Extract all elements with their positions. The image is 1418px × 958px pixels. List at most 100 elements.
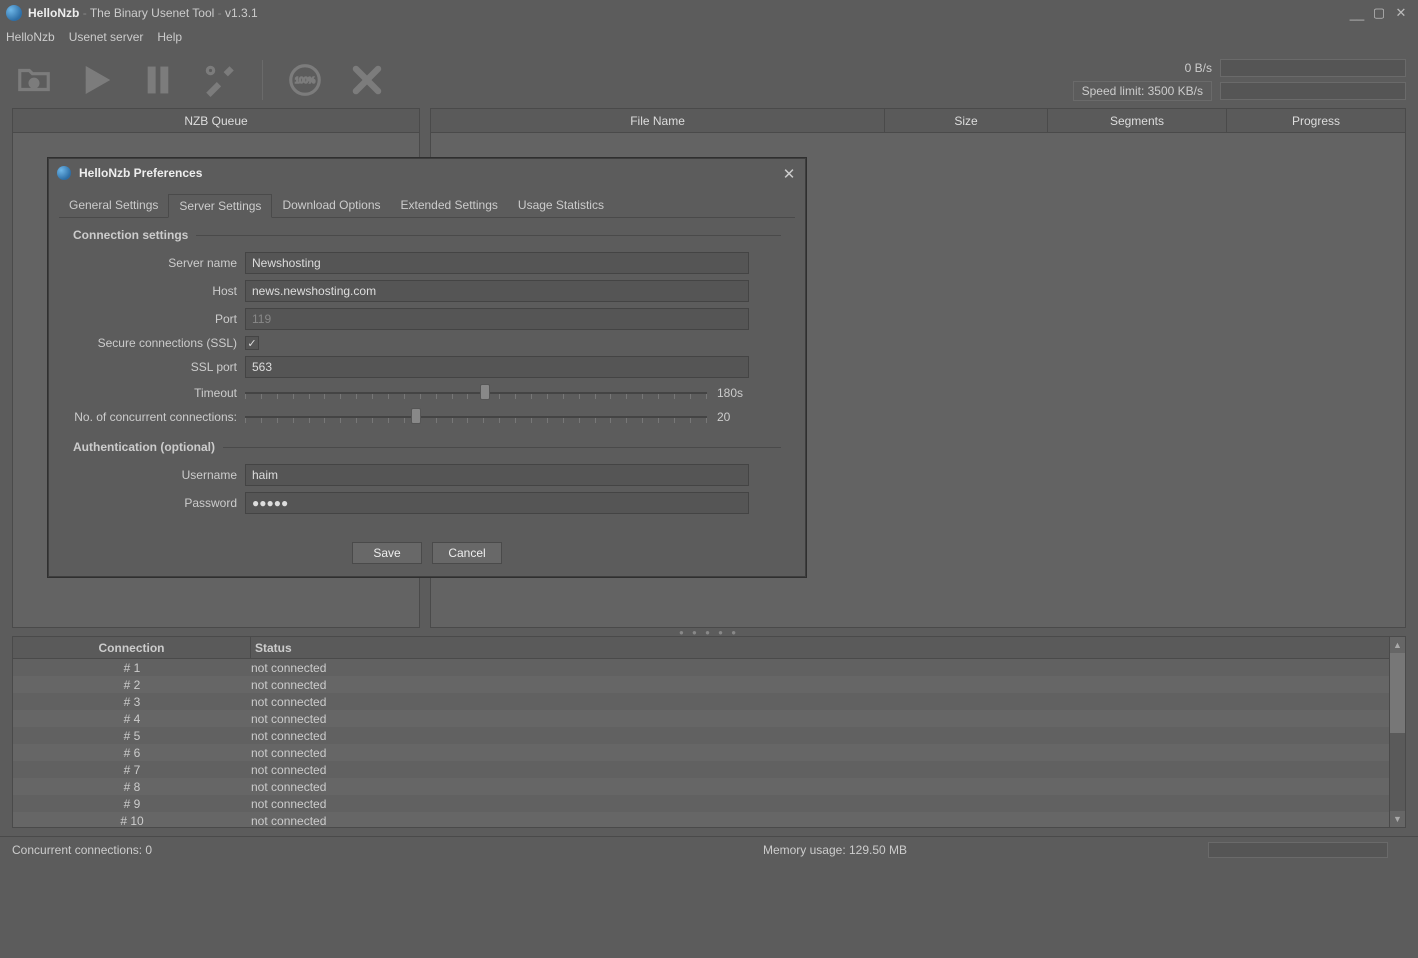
connection-status: not connected: [251, 695, 451, 709]
connection-status: not connected: [251, 814, 451, 828]
dialog-close-button[interactable]: ✕: [781, 165, 797, 181]
username-label: Username: [73, 468, 237, 482]
server-name-label: Server name: [73, 256, 237, 270]
tab-download-options[interactable]: Download Options: [272, 194, 390, 218]
menu-usenet-server[interactable]: Usenet server: [69, 30, 144, 44]
split-grip[interactable]: ● ● ● ● ●: [0, 628, 1418, 636]
timeout-value: 180s: [717, 386, 749, 400]
ssl-port-input[interactable]: [245, 356, 749, 378]
dialog-title: HelloNzb Preferences: [79, 166, 781, 180]
ssl-label: Secure connections (SSL): [73, 336, 237, 350]
port-label: Port: [73, 312, 237, 326]
statusbar: Concurrent connections: 0 Memory usage: …: [0, 836, 1418, 862]
timeout-label: Timeout: [73, 386, 237, 400]
tab-usage-statistics[interactable]: Usage Statistics: [508, 194, 614, 218]
tab-general-settings[interactable]: General Settings: [59, 194, 168, 218]
menu-help[interactable]: Help: [157, 30, 182, 44]
speed-gauge-button[interactable]: 100%: [283, 58, 327, 102]
window-title: HelloNzb - The Binary Usenet Tool - v1.3…: [28, 6, 1346, 20]
connection-row[interactable]: # 9not connected: [13, 795, 1389, 812]
port-input[interactable]: [245, 308, 749, 330]
status-progress-box: [1208, 842, 1388, 858]
connection-id: # 2: [13, 678, 251, 692]
pause-button[interactable]: [136, 58, 180, 102]
connection-settings-title: Connection settings: [73, 228, 188, 242]
open-folder-button[interactable]: [12, 58, 56, 102]
connection-id: # 6: [13, 746, 251, 760]
speed-bar: [1220, 59, 1406, 77]
ssl-checkbox[interactable]: ✓: [245, 336, 259, 350]
status-connections: Concurrent connections: 0: [12, 843, 462, 857]
connections-panel: Connection Status # 1not connected# 2not…: [12, 636, 1406, 828]
preferences-dialog: HelloNzb Preferences ✕ General Settings …: [48, 158, 806, 577]
timeout-slider[interactable]: [245, 384, 707, 402]
status-memory: Memory usage: 129.50 MB: [462, 843, 1208, 857]
connection-id: # 10: [13, 814, 251, 828]
col-segments[interactable]: Segments: [1048, 109, 1227, 132]
tab-extended-settings[interactable]: Extended Settings: [391, 194, 508, 218]
save-button[interactable]: Save: [352, 542, 422, 564]
connection-id: # 9: [13, 797, 251, 811]
server-name-input[interactable]: [245, 252, 749, 274]
connection-row[interactable]: # 7not connected: [13, 761, 1389, 778]
minimize-button[interactable]: __: [1346, 4, 1368, 22]
connection-row[interactable]: # 5not connected: [13, 727, 1389, 744]
titlebar: HelloNzb - The Binary Usenet Tool - v1.3…: [0, 0, 1418, 26]
connections-slider-thumb[interactable]: [411, 408, 421, 424]
connection-id: # 8: [13, 780, 251, 794]
dialog-tabs: General Settings Server Settings Downloa…: [59, 193, 795, 218]
connection-row[interactable]: # 6not connected: [13, 744, 1389, 761]
connection-row[interactable]: # 8not connected: [13, 778, 1389, 795]
delete-button[interactable]: [345, 58, 389, 102]
cancel-button[interactable]: Cancel: [432, 542, 502, 564]
connection-status: not connected: [251, 661, 451, 675]
connection-row[interactable]: # 1not connected: [13, 659, 1389, 676]
speed-indicator: 0 B/s Speed limit: 3500 KB/s: [1073, 59, 1406, 101]
scroll-thumb[interactable]: [1390, 653, 1405, 733]
host-input[interactable]: [245, 280, 749, 302]
nzb-queue-header[interactable]: NZB Queue: [13, 109, 419, 132]
connection-status: not connected: [251, 712, 451, 726]
connection-row[interactable]: # 2not connected: [13, 676, 1389, 693]
timeout-slider-thumb[interactable]: [480, 384, 490, 400]
connection-id: # 1: [13, 661, 251, 675]
col-status[interactable]: Status: [251, 637, 1389, 658]
col-size[interactable]: Size: [885, 109, 1048, 132]
authentication-title: Authentication (optional): [73, 440, 215, 454]
connection-row[interactable]: # 10not connected: [13, 812, 1389, 827]
connection-status: not connected: [251, 763, 451, 777]
col-connection[interactable]: Connection: [13, 637, 251, 658]
close-button[interactable]: ✕: [1390, 4, 1412, 22]
connections-scrollbar[interactable]: ▲ ▼: [1389, 637, 1405, 827]
connection-id: # 7: [13, 763, 251, 777]
toolbar-divider: [262, 60, 263, 100]
connection-row[interactable]: # 4not connected: [13, 710, 1389, 727]
speed-limit-button[interactable]: Speed limit: 3500 KB/s: [1073, 81, 1212, 101]
connections-slider[interactable]: [245, 408, 707, 426]
connection-status: not connected: [251, 780, 451, 794]
scroll-down-icon[interactable]: ▼: [1390, 811, 1405, 827]
tab-server-settings[interactable]: Server Settings: [168, 194, 272, 218]
connection-id: # 4: [13, 712, 251, 726]
connection-row[interactable]: # 3not connected: [13, 693, 1389, 710]
password-label: Password: [73, 496, 237, 510]
host-label: Host: [73, 284, 237, 298]
menu-hellonzb[interactable]: HelloNzb: [6, 30, 55, 44]
connection-status: not connected: [251, 797, 451, 811]
resize-grip-icon[interactable]: [1394, 844, 1406, 856]
scroll-up-icon[interactable]: ▲: [1390, 637, 1405, 653]
play-button[interactable]: [74, 58, 118, 102]
maximize-button[interactable]: ▢: [1368, 4, 1390, 22]
col-file-name[interactable]: File Name: [431, 109, 885, 132]
settings-button[interactable]: [198, 58, 242, 102]
connection-id: # 3: [13, 695, 251, 709]
connection-status: not connected: [251, 729, 451, 743]
connection-settings-group: Connection settings Server name Host Por…: [59, 224, 795, 536]
ssl-port-label: SSL port: [73, 360, 237, 374]
svg-text:100%: 100%: [295, 76, 315, 85]
connection-status: not connected: [251, 746, 451, 760]
col-progress[interactable]: Progress: [1227, 109, 1405, 132]
username-input[interactable]: [245, 464, 749, 486]
password-input[interactable]: [245, 492, 749, 514]
speed-limit-bar: [1220, 82, 1406, 100]
